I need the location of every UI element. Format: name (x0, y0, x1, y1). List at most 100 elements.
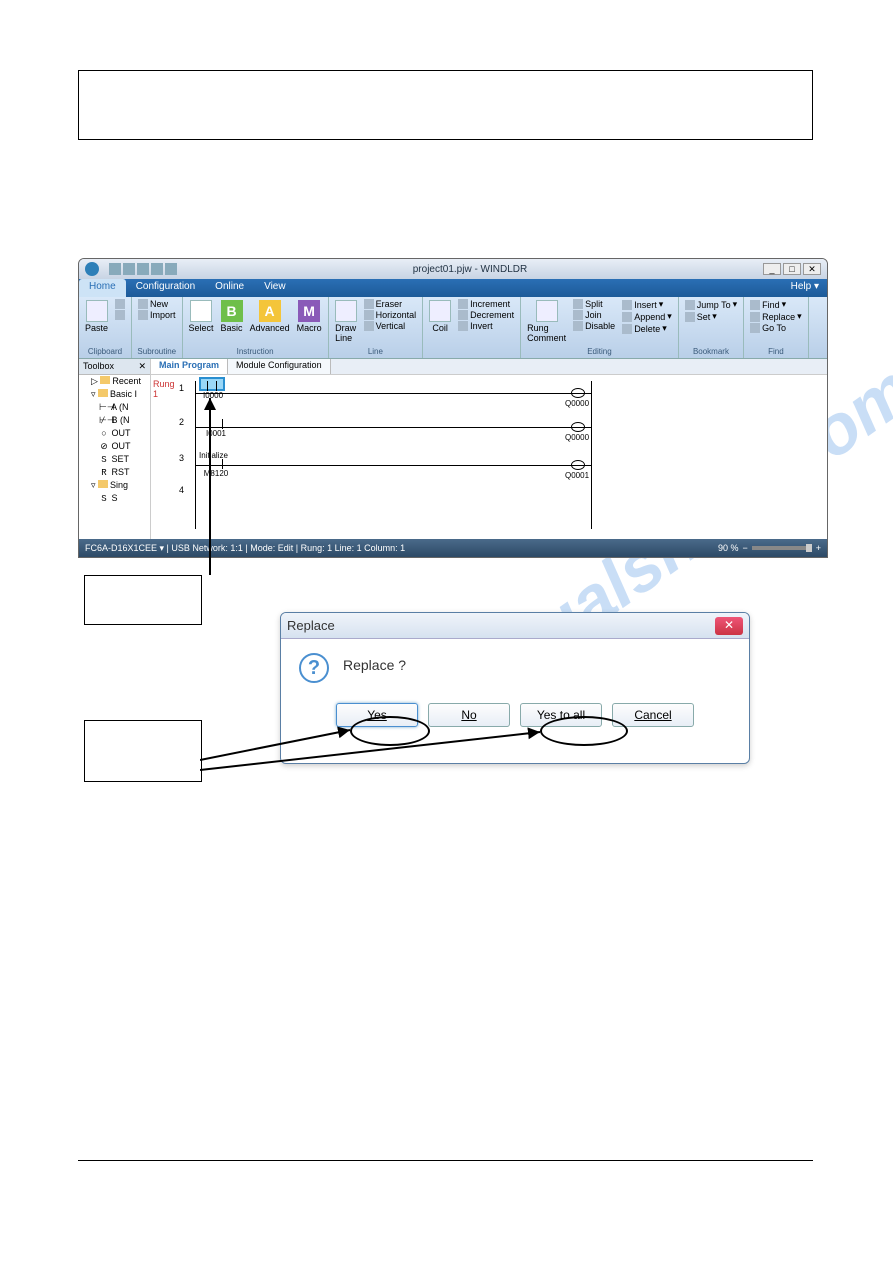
close-window-button[interactable]: ✕ (803, 263, 821, 275)
minimize-button[interactable]: _ (763, 263, 781, 275)
append-button[interactable]: Append ▾ (620, 311, 674, 322)
qat-undo-icon[interactable] (123, 263, 135, 275)
toolbox-item-recent[interactable]: ▷ Recent (79, 375, 150, 388)
qat-icon[interactable] (151, 263, 163, 275)
toolbox-title: Toolbox (83, 361, 114, 372)
quick-access-toolbar[interactable] (109, 263, 177, 275)
basic-b-icon: B (221, 300, 243, 322)
coil-q0001[interactable] (571, 460, 585, 470)
eraser-button[interactable]: Eraser (362, 299, 419, 309)
join-button[interactable]: Join (571, 310, 617, 320)
replace-button[interactable]: Replace ▾ (748, 311, 804, 322)
help-button[interactable]: Help ▾ (783, 279, 827, 297)
toolbox-item[interactable]: ⊬⊣ B (N (79, 414, 150, 427)
set-icon: S (99, 455, 109, 465)
horizontal-button[interactable]: Horizontal (362, 310, 419, 320)
line-number: 3 (179, 453, 184, 463)
cut-button[interactable] (113, 299, 127, 309)
maximize-button[interactable]: □ (783, 263, 801, 275)
zoom-in-button[interactable]: + (816, 543, 821, 553)
delete-button[interactable]: Delete ▾ (620, 323, 674, 334)
contact-i0001[interactable]: I0001 (203, 419, 229, 433)
decrement-button[interactable]: Decrement (456, 310, 516, 320)
folder-icon (98, 389, 108, 397)
titlebar: project01.pjw - WINDLDR _ □ ✕ (79, 259, 827, 279)
toolbox-item[interactable]: ⊘ OUT (79, 440, 150, 453)
dialog-message: Replace ? (343, 653, 406, 673)
decrement-icon (458, 310, 468, 320)
tab-configuration[interactable]: Configuration (126, 279, 205, 297)
rung-line (195, 393, 591, 394)
macro-button[interactable]: MMacro (295, 299, 324, 334)
jump-icon (685, 300, 695, 310)
app-logo-icon (85, 262, 99, 276)
zoom-slider[interactable] (752, 546, 812, 550)
coil-q0000[interactable] (571, 422, 585, 432)
import-icon (138, 310, 148, 320)
tab-online[interactable]: Online (205, 279, 254, 297)
toolbox-item[interactable]: ⊢⊣ A (N (79, 401, 150, 414)
insert-button[interactable]: Insert ▾ (620, 299, 674, 310)
invert-button[interactable]: Invert (456, 321, 516, 331)
jump-to-button[interactable]: Jump To ▾ (683, 299, 739, 310)
split-button[interactable]: Split (571, 299, 617, 309)
dialog-close-button[interactable]: ✕ (715, 617, 743, 635)
new-button[interactable]: New (136, 299, 178, 309)
replace-icon (750, 312, 760, 322)
toolbox-item[interactable]: S SET (79, 453, 150, 466)
toolbox-item[interactable]: R RST (79, 466, 150, 479)
disable-button[interactable]: Disable (571, 321, 617, 331)
basic-button[interactable]: BBasic (219, 299, 245, 334)
yes-to-all-button[interactable]: Yes to all (520, 703, 602, 727)
contact-label: I0000 (203, 391, 223, 400)
new-icon (138, 299, 148, 309)
contact-i0000[interactable]: I0000 (199, 377, 225, 391)
qat-save-icon[interactable] (109, 263, 121, 275)
toolbox-item-single[interactable]: ▿ Sing (79, 479, 150, 492)
coil-button[interactable]: Coil (427, 299, 453, 334)
rung-line (195, 465, 591, 466)
cancel-button[interactable]: Cancel (612, 703, 694, 727)
coil-label: Q0000 (565, 433, 589, 442)
copy-button[interactable] (113, 310, 127, 320)
vertical-button[interactable]: Vertical (362, 321, 419, 331)
toolbox-item[interactable]: S S (79, 492, 150, 505)
select-button[interactable]: Select (187, 299, 216, 334)
status-text: FC6A-D16X1CEE ▾ | USB Network: 1:1 | Mod… (85, 543, 405, 554)
question-icon: ? (299, 653, 329, 683)
join-icon (573, 310, 583, 320)
eraser-icon (364, 299, 374, 309)
rung-number: 1 (153, 389, 158, 399)
horizontal-icon (364, 310, 374, 320)
toolbox-close-icon[interactable]: ✕ (138, 361, 146, 372)
yes-button[interactable]: Yes (336, 703, 418, 727)
group-coil-label (427, 355, 516, 356)
toolbox-item-basic[interactable]: ▿ Basic I (79, 388, 150, 401)
contact-m8120[interactable]: M8120 (203, 459, 229, 473)
set-bookmark-button[interactable]: Set ▾ (683, 311, 739, 322)
advanced-button[interactable]: AAdvanced (248, 299, 292, 334)
import-button[interactable]: Import (136, 310, 178, 320)
zoom-out-button[interactable]: − (742, 543, 747, 553)
group-instruction-label: Instruction (187, 346, 324, 356)
paste-button[interactable]: Paste (83, 299, 110, 334)
delete-icon (622, 324, 632, 334)
find-button[interactable]: Find ▾ (748, 299, 804, 310)
increment-button[interactable]: Increment (456, 299, 516, 309)
goto-button[interactable]: Go To (748, 323, 804, 333)
coil-q0000[interactable] (571, 388, 585, 398)
goto-icon (750, 323, 760, 333)
qat-redo-icon[interactable] (137, 263, 149, 275)
rung-label: Rung (153, 379, 175, 389)
tab-home[interactable]: Home (79, 279, 126, 297)
tab-view[interactable]: View (254, 279, 296, 297)
group-subroutine-label: Subroutine (136, 346, 178, 356)
draw-line-button[interactable]: Draw Line (333, 299, 359, 344)
tab-module-config[interactable]: Module Configuration (228, 359, 331, 374)
rung-comment-button[interactable]: Rung Comment (525, 299, 568, 344)
toolbox-item[interactable]: ○ OUT (79, 427, 150, 440)
no-button[interactable]: No (428, 703, 510, 727)
tab-main-program[interactable]: Main Program (151, 359, 228, 374)
qat-icon[interactable] (165, 263, 177, 275)
ladder-editor[interactable]: Main Program Module Configuration Rung 1… (151, 359, 827, 539)
